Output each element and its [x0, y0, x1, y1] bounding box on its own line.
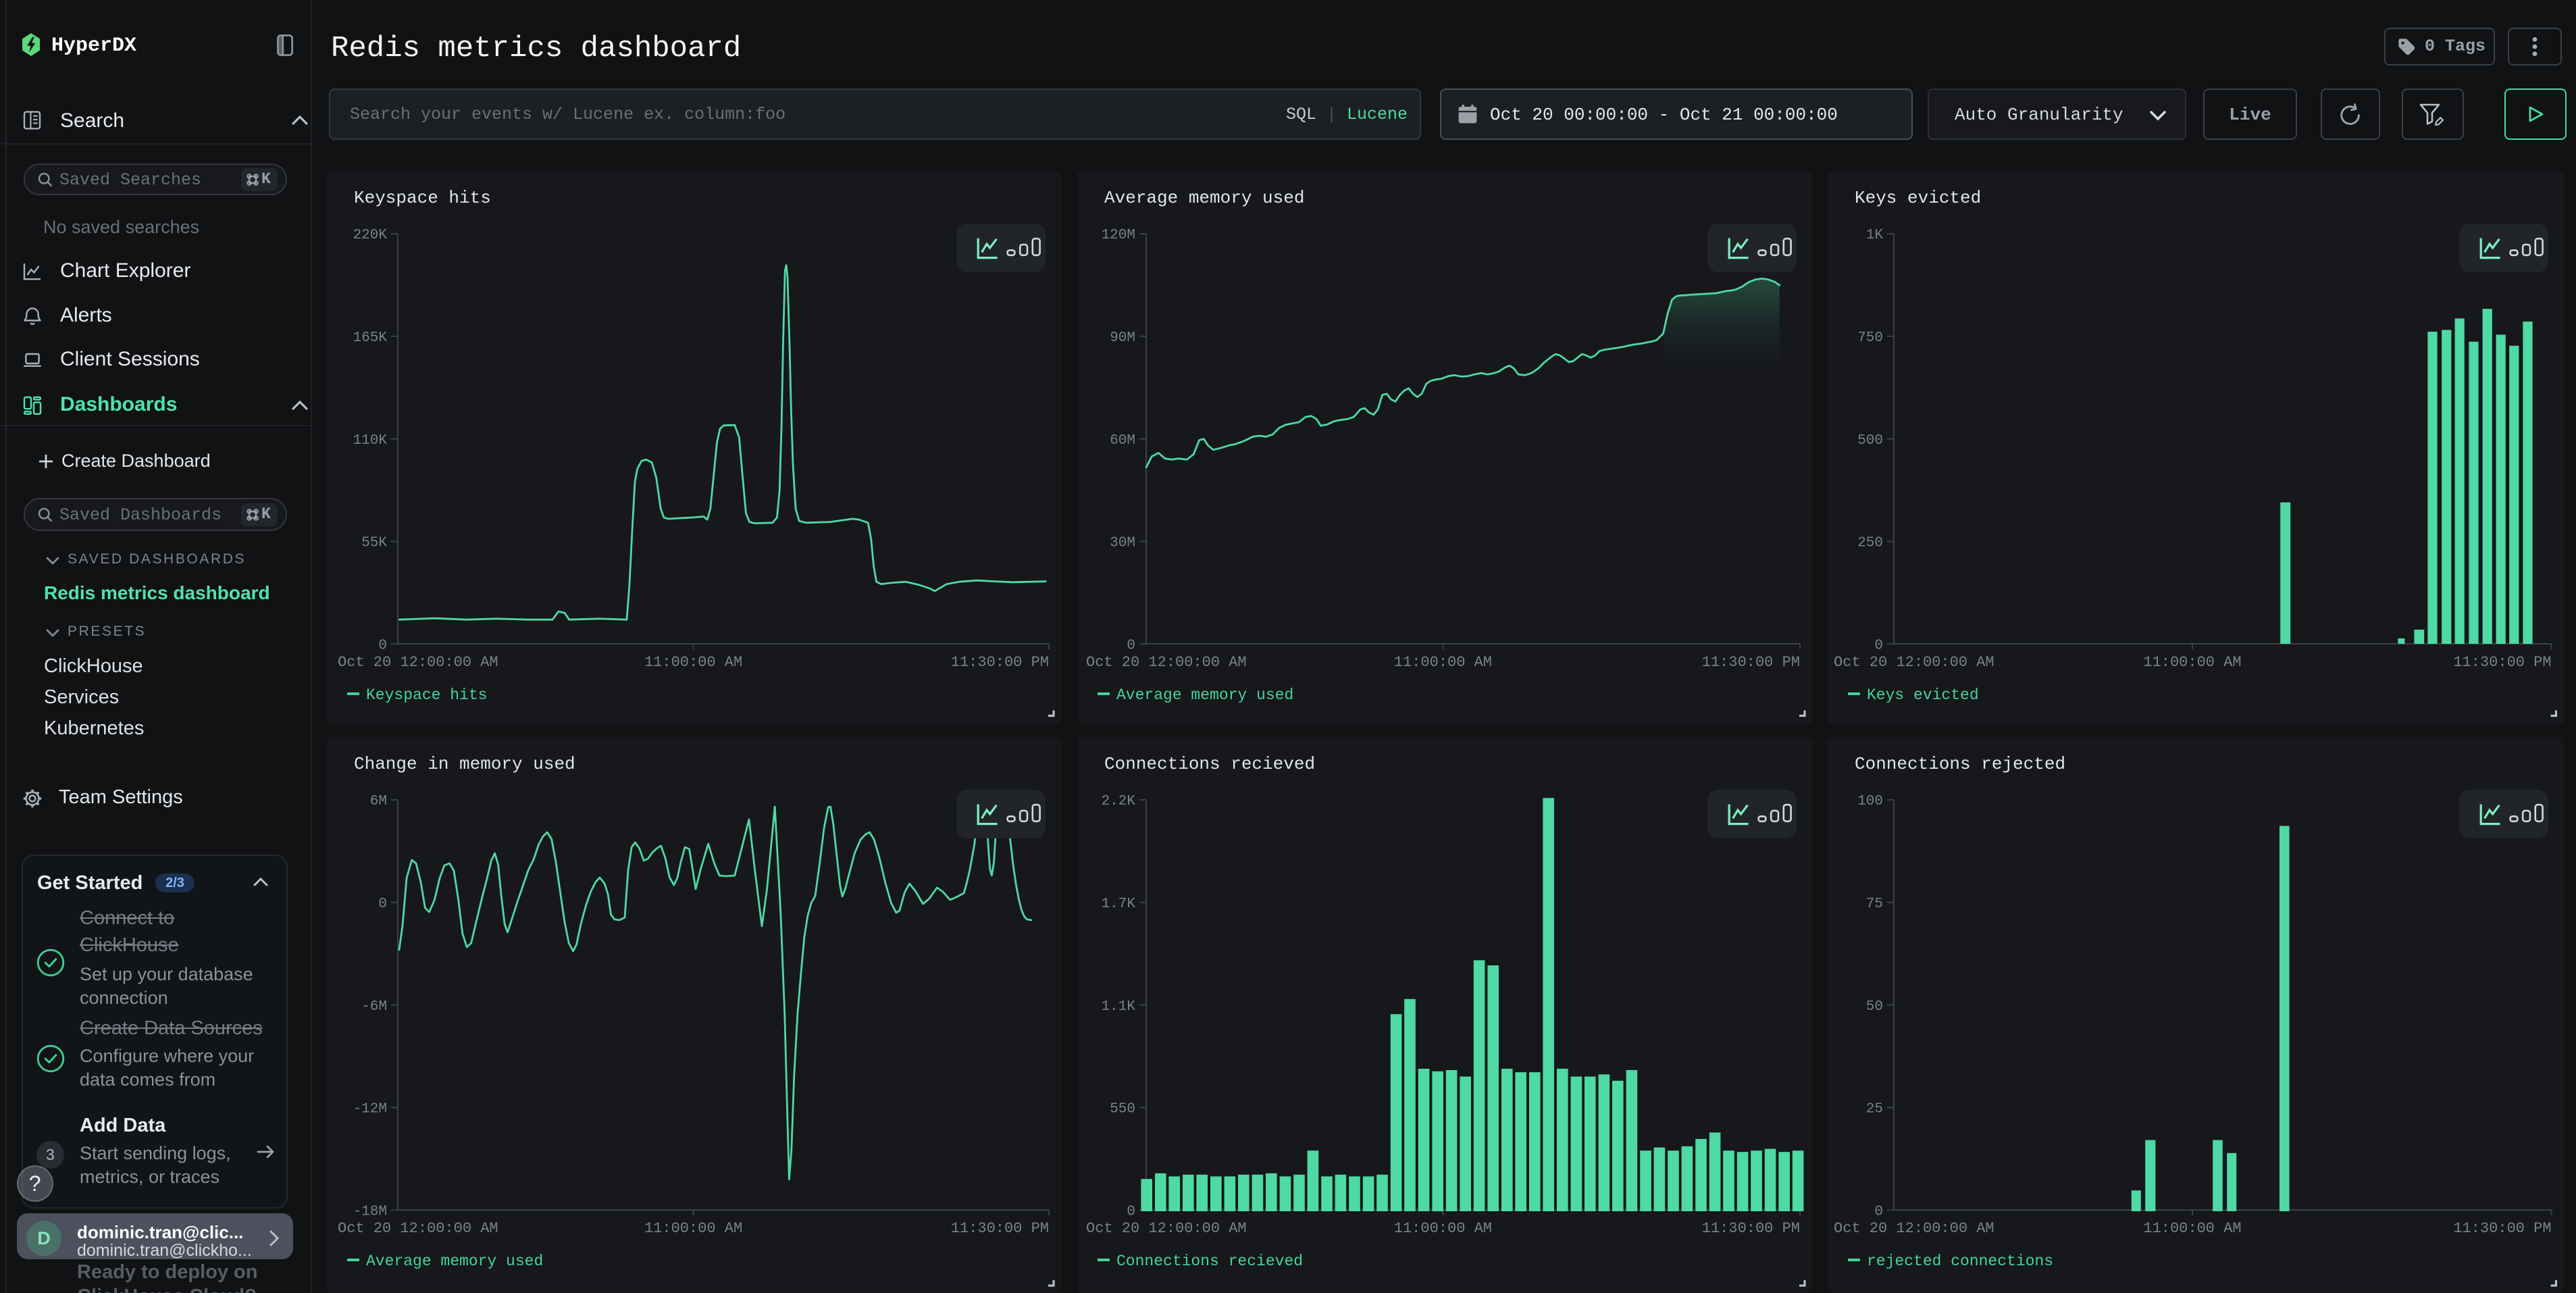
svg-text:110K: 110K [353, 433, 388, 449]
svg-text:Average memory used: Average memory used [1116, 686, 1293, 704]
svg-text:6M: 6M [370, 794, 387, 809]
svg-text:Oct 20 12:00:00 AM: Oct 20 12:00:00 AM [1086, 1220, 1247, 1237]
svg-text:Oct 20 12:00:00 AM: Oct 20 12:00:00 AM [1086, 654, 1247, 671]
svg-text:0: 0 [1874, 638, 1883, 653]
svg-text:220K: 220K [353, 228, 388, 243]
svg-text:0: 0 [1127, 638, 1135, 653]
svg-text:11:30:00 PM: 11:30:00 PM [2453, 1220, 2551, 1237]
svg-text:500: 500 [1857, 433, 1883, 449]
svg-text:1.1K: 1.1K [1102, 999, 1136, 1015]
svg-text:165K: 165K [353, 330, 388, 346]
svg-text:11:30:00 PM: 11:30:00 PM [951, 1220, 1049, 1237]
svg-text:rejected connections: rejected connections [1867, 1252, 2053, 1270]
svg-text:25: 25 [1866, 1102, 1883, 1117]
svg-text:0: 0 [1874, 1204, 1883, 1219]
svg-text:Keyspace hits: Keyspace hits [366, 686, 487, 704]
svg-text:0: 0 [1127, 1204, 1135, 1219]
svg-text:2.2K: 2.2K [1102, 794, 1136, 809]
svg-text:11:00:00 AM: 11:00:00 AM [1394, 654, 1492, 671]
svg-text:750: 750 [1857, 330, 1883, 346]
svg-text:-18M: -18M [353, 1204, 387, 1219]
svg-text:550: 550 [1110, 1102, 1135, 1117]
svg-text:Average memory used: Average memory used [366, 1252, 543, 1270]
svg-text:50: 50 [1866, 999, 1883, 1015]
svg-text:11:00:00 AM: 11:00:00 AM [2143, 1220, 2241, 1237]
svg-text:11:00:00 AM: 11:00:00 AM [644, 1220, 742, 1237]
svg-text:75: 75 [1866, 896, 1883, 912]
svg-text:250: 250 [1857, 536, 1883, 551]
svg-text:11:30:00 PM: 11:30:00 PM [1702, 654, 1800, 671]
svg-text:55K: 55K [361, 536, 387, 551]
svg-text:Oct 20 12:00:00 AM: Oct 20 12:00:00 AM [338, 1220, 498, 1237]
svg-text:Oct 20 12:00:00 AM: Oct 20 12:00:00 AM [1834, 1220, 1994, 1237]
svg-text:11:30:00 PM: 11:30:00 PM [951, 654, 1049, 671]
svg-text:Keys evicted: Keys evicted [1867, 686, 1979, 704]
svg-text:-12M: -12M [353, 1102, 387, 1117]
svg-text:100: 100 [1857, 794, 1883, 809]
svg-text:11:00:00 AM: 11:00:00 AM [2143, 654, 2241, 671]
svg-text:1K: 1K [1866, 228, 1884, 243]
svg-text:Connections recieved: Connections recieved [1116, 1252, 1303, 1270]
svg-text:11:30:00 PM: 11:30:00 PM [2453, 654, 2551, 671]
svg-text:30M: 30M [1110, 536, 1135, 551]
svg-text:Oct 20 12:00:00 AM: Oct 20 12:00:00 AM [1834, 654, 1994, 671]
svg-text:11:30:00 PM: 11:30:00 PM [1702, 1220, 1800, 1237]
svg-text:-6M: -6M [361, 999, 387, 1015]
svg-text:60M: 60M [1110, 433, 1135, 449]
svg-text:90M: 90M [1110, 330, 1135, 346]
svg-text:11:00:00 AM: 11:00:00 AM [644, 654, 742, 671]
svg-text:0: 0 [378, 638, 387, 653]
svg-text:120M: 120M [1102, 228, 1135, 243]
svg-text:11:00:00 AM: 11:00:00 AM [1394, 1220, 1492, 1237]
svg-text:Oct 20 12:00:00 AM: Oct 20 12:00:00 AM [338, 654, 498, 671]
svg-text:0: 0 [378, 896, 387, 912]
svg-text:1.7K: 1.7K [1102, 896, 1136, 912]
